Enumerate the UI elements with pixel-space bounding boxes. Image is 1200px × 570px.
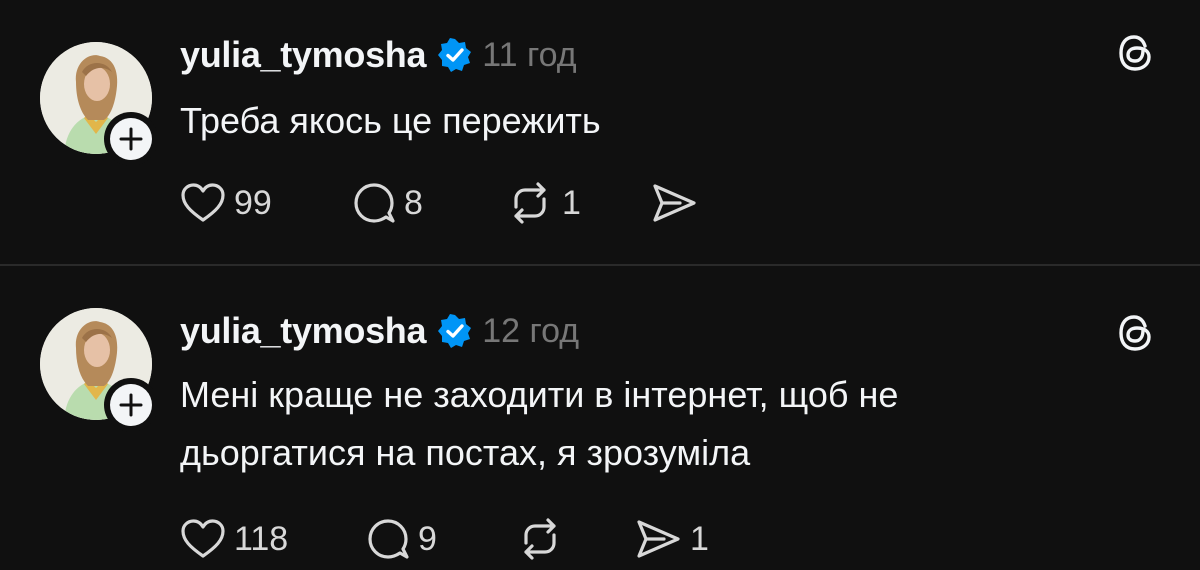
thread-post: yulia_tymosha 11 год Треба якось це пере… (0, 0, 1200, 264)
post-text-line: Треба якось це пережить (180, 100, 601, 141)
reply-bubble-icon (354, 183, 395, 223)
post-header: yulia_tymosha 12 год (180, 306, 579, 356)
like-count: 99 (234, 183, 272, 222)
verified-badge-icon (438, 314, 472, 348)
thread-post: yulia_tymosha 12 год Мені краще не заход… (0, 266, 1200, 570)
post-timestamp[interactable]: 11 год (482, 36, 576, 75)
share-send-icon (653, 184, 696, 222)
post-text-line: дьоргатися на постах, я зрозуміла (180, 432, 751, 473)
follow-button[interactable] (104, 112, 158, 166)
follow-button[interactable] (104, 378, 158, 432)
post-text: Треба якось це пережить (180, 92, 1080, 150)
like-button[interactable]: 99 (180, 178, 272, 228)
threads-logo-icon[interactable] (1112, 310, 1158, 356)
reply-bubble-icon (368, 519, 409, 559)
reply-count: 9 (418, 519, 437, 558)
post-timestamp[interactable]: 12 год (482, 312, 579, 351)
verified-badge-icon (438, 38, 472, 72)
share-button[interactable] (650, 178, 706, 228)
share-count: 1 (690, 519, 709, 558)
post-text: Мені краще не заходити в інтернет, щоб н… (180, 366, 1080, 482)
heart-icon (181, 183, 225, 222)
share-send-icon (637, 520, 680, 558)
repost-count: 1 (562, 183, 581, 222)
threads-logo-icon[interactable] (1112, 30, 1158, 76)
username-link[interactable]: yulia_tymosha (180, 310, 427, 352)
post-text-line: Мені краще не заходити в інтернет, щоб н… (180, 374, 899, 415)
plus-icon (119, 127, 143, 151)
author-avatar[interactable] (40, 308, 158, 432)
plus-icon (119, 393, 143, 417)
reply-button[interactable]: 8 (352, 178, 423, 228)
author-avatar[interactable] (40, 42, 158, 166)
username-link[interactable]: yulia_tymosha (180, 34, 427, 76)
reply-button[interactable]: 9 (366, 514, 437, 564)
like-button[interactable]: 118 (180, 514, 288, 564)
heart-icon (181, 519, 225, 558)
repost-icon (514, 182, 546, 224)
repost-button[interactable]: 1 (506, 178, 581, 228)
share-button[interactable]: 1 (634, 514, 709, 564)
repost-icon (524, 518, 556, 560)
reply-count: 8 (404, 183, 423, 222)
repost-button[interactable] (516, 514, 572, 564)
like-count: 118 (234, 519, 289, 558)
post-header: yulia_tymosha 11 год (180, 30, 577, 80)
